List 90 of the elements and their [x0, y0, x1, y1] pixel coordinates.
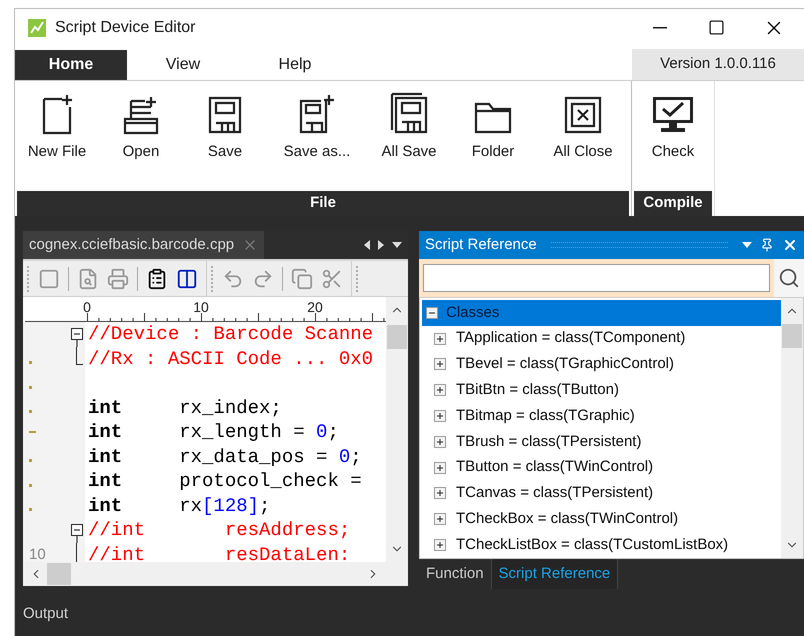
ribbon-button[interactable]: Save	[183, 87, 267, 164]
ribbon-button[interactable]: Save as...	[267, 87, 367, 164]
ribbon-button[interactable]: Folder	[451, 87, 535, 164]
code-text: rx_data_pos =	[179, 444, 328, 470]
ribbon-group-label: File	[17, 191, 629, 216]
expand-icon[interactable]	[434, 358, 446, 370]
tree-item[interactable]: Classes	[422, 300, 781, 326]
dropdown-icon[interactable]	[392, 242, 402, 248]
code-text: rx	[179, 494, 202, 518]
fold-collapse-icon[interactable]	[71, 524, 83, 543]
code-text: int	[88, 469, 122, 494]
code-text: //int resAddress;	[88, 518, 350, 543]
scroll-left-icon[interactable]	[364, 240, 370, 250]
expand-icon[interactable]	[434, 436, 446, 448]
tree-item[interactable]: TButton = class(TWinControl)	[422, 454, 781, 481]
tree-item[interactable]: TApplication = class(TComponent)	[422, 326, 781, 352]
file-tab[interactable]: cognex.cciefbasic.barcode.cpp	[23, 231, 264, 259]
open-document-icon	[123, 95, 159, 135]
tree-item[interactable]: TBitBtn = class(TButton)	[422, 377, 781, 404]
fold-collapse-icon[interactable]	[71, 328, 83, 347]
window-title: Script Device Editor	[55, 18, 196, 38]
horizontal-scrollbar[interactable]	[23, 562, 408, 586]
ribbon-button[interactable]: Check	[632, 87, 714, 164]
code-text: ;	[350, 444, 362, 470]
stacked-floppy-icon	[389, 91, 429, 135]
scroll-thumb[interactable]	[782, 324, 802, 348]
ribbon-button[interactable]: New File	[15, 87, 99, 164]
panel-header: Script Reference	[419, 231, 804, 259]
close-all-icon	[563, 95, 603, 135]
code-text: rx_index;	[179, 396, 282, 420]
vertical-scrollbar[interactable]	[386, 297, 408, 562]
tree-item[interactable]: TBitmap = class(TGraphic)	[422, 403, 781, 429]
code-text: 0	[338, 444, 350, 470]
tree-item[interactable]: TCheckListBox = class(TCustomListBox)	[422, 532, 781, 558]
minimize-icon	[653, 26, 667, 28]
code-text: int	[88, 444, 122, 470]
scroll-right-icon[interactable]	[378, 240, 384, 250]
menu-tab[interactable]: Help	[239, 50, 351, 80]
code-text: [128]	[202, 494, 260, 518]
pin-icon[interactable]	[760, 238, 774, 252]
code-text: //Device : Barcode Scanne	[88, 322, 374, 347]
save-as-icon	[298, 93, 336, 135]
search-icon[interactable]	[778, 267, 800, 289]
expand-icon[interactable]	[434, 513, 446, 526]
code-text: int	[88, 420, 122, 445]
new-file-icon	[41, 93, 73, 135]
collapse-icon[interactable]	[426, 306, 438, 319]
code-text: ;	[259, 494, 270, 518]
expand-icon[interactable]	[434, 539, 446, 552]
scroll-thumb[interactable]	[387, 325, 407, 349]
ribbon-button[interactable]: Open	[99, 87, 183, 164]
properties-icon[interactable]	[146, 268, 168, 290]
search-field[interactable]	[423, 264, 770, 292]
code-text: ;	[327, 420, 339, 445]
code-text: 0	[316, 420, 328, 445]
expand-icon[interactable]	[434, 462, 446, 474]
line-number: 10	[29, 544, 46, 562]
expand-icon[interactable]	[434, 410, 446, 422]
tree-item[interactable]: TCheckBox = class(TWinControl)	[422, 506, 781, 532]
ruler-number: 20	[307, 298, 323, 317]
app-logo-icon	[27, 18, 47, 38]
ribbon-button[interactable]: All Close	[535, 87, 631, 164]
code-text: rx_length =	[179, 420, 306, 445]
menu-tab[interactable]: Home	[15, 50, 127, 80]
expand-icon[interactable]	[434, 332, 446, 345]
code-text: protocol_check =	[179, 469, 362, 494]
maximize-icon	[708, 19, 724, 36]
code-text: int	[88, 396, 122, 420]
close-icon[interactable]	[782, 237, 798, 253]
version-label: Version 1.0.0.116	[632, 49, 804, 80]
ribbon-button[interactable]: All Save	[367, 87, 451, 164]
code-text: int	[88, 494, 122, 518]
tree-item[interactable]: TBevel = class(TGraphicControl)	[422, 352, 781, 378]
dropdown-icon[interactable]	[742, 242, 752, 248]
ribbon-group-label: Compile	[634, 191, 712, 216]
monitor-check-icon	[651, 95, 695, 135]
columns-icon[interactable]	[176, 268, 198, 290]
code-text: //Rx : ASCII Code ... 0x0	[88, 346, 374, 372]
menu-tab[interactable]: View	[127, 50, 239, 80]
ruler-number: 0	[83, 298, 91, 317]
scroll-thumb[interactable]	[47, 563, 71, 585]
output-panel-title: Output	[23, 604, 70, 624]
tree-item[interactable]: TBrush = class(TPersistent)	[422, 428, 781, 455]
ruler-number: 10	[193, 298, 209, 317]
tree-item[interactable]: TCanvas = class(TPersistent)	[422, 480, 781, 506]
expand-icon[interactable]	[434, 384, 446, 396]
expand-icon[interactable]	[434, 487, 446, 500]
panel-tab[interactable]: Script Reference	[492, 559, 618, 589]
code-text: //int resDataLen:	[88, 542, 350, 562]
vertical-scrollbar[interactable]	[781, 298, 803, 558]
